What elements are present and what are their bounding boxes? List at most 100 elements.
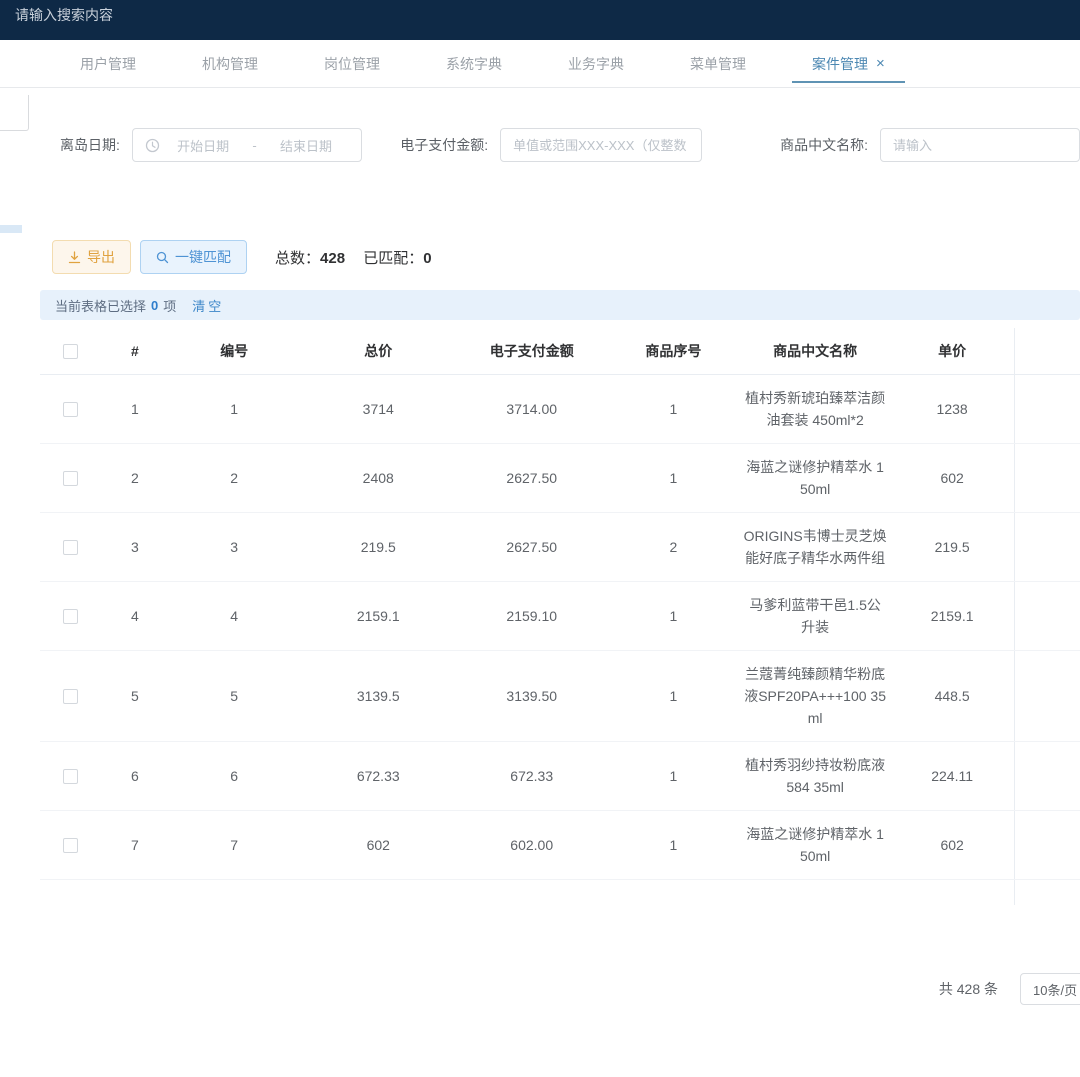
matched-value: 0	[423, 250, 431, 267]
tab-label: 案件管理	[812, 54, 868, 74]
clear-selection-link[interactable]: 清空	[192, 296, 224, 315]
row-checkbox[interactable]	[63, 609, 78, 624]
col-header-code[interactable]: 编号	[168, 328, 300, 374]
table-row: 553139.53139.501兰蔻菁纯臻颜精华粉底液SPF20PA+++100…	[40, 651, 1080, 742]
col-header-total[interactable]: 总价	[300, 328, 456, 374]
cell-unit: 153.83	[891, 880, 1014, 905]
page-size-select[interactable]: 10条/页	[1020, 973, 1080, 1005]
date-filter-label: 离岛日期:	[60, 135, 120, 155]
cell-total: 1384.47	[300, 880, 456, 905]
tab-菜单管理[interactable]: 菜单管理	[668, 40, 768, 88]
cropped-left-element	[0, 225, 22, 233]
row-checkbox[interactable]	[63, 689, 78, 704]
cell-index: 8	[102, 880, 168, 905]
cell-epay: 2627.50	[456, 513, 607, 581]
row-checkbox[interactable]	[63, 402, 78, 417]
match-stats: 总数：428 已匹配：0	[275, 247, 432, 268]
cell-name: 马爹利蓝带干邑1.5公升装	[740, 582, 891, 650]
date-range-picker[interactable]: 开始日期 - 结束日期	[132, 128, 362, 162]
one-click-match-button[interactable]: 一键匹配	[140, 240, 247, 274]
ghost-cell	[1014, 375, 1080, 443]
tab-案件管理[interactable]: 案件管理 ×	[790, 40, 907, 88]
tab-业务字典[interactable]: 业务字典	[546, 40, 646, 88]
selection-bar: 当前表格已选择 0 项 清空	[40, 290, 1080, 320]
table-row: 442159.12159.101马爹利蓝带干邑1.5公升装2159.1	[40, 582, 1080, 651]
row-checkbox[interactable]	[63, 540, 78, 555]
cell-seq: 2	[607, 513, 739, 581]
table-body: 1137143714.001植村秀新琥珀臻萃洁颜油套装 450ml*212382…	[40, 375, 1080, 905]
table-row: 1137143714.001植村秀新琥珀臻萃洁颜油套装 450ml*21238	[40, 375, 1080, 444]
cell-unit: 602	[891, 444, 1014, 512]
cell-epay: 3714.00	[456, 375, 607, 443]
cropped-side-panel-edge	[0, 95, 29, 131]
cell-total: 3139.5	[300, 651, 456, 741]
selection-suffix: 项	[163, 296, 176, 315]
cell-code: 4	[168, 582, 300, 650]
table-row: 66672.33672.331植村秀羽纱持妆粉底液 584 35ml224.11	[40, 742, 1080, 811]
cell-seq: 1	[607, 651, 739, 741]
end-date-input[interactable]: 结束日期	[263, 136, 350, 155]
cell-epay: 602.00	[456, 811, 607, 879]
cell-code: 7	[168, 811, 300, 879]
row-checkbox[interactable]	[63, 471, 78, 486]
col-header-name[interactable]: 商品中文名称	[740, 328, 891, 374]
export-button[interactable]: 导出	[52, 240, 131, 274]
ghost-cell	[1014, 444, 1080, 512]
tab-label: 菜单管理	[690, 54, 746, 74]
cell-epay: 1384.47	[456, 880, 607, 905]
tab-label: 业务字典	[568, 54, 624, 74]
col-header-unit[interactable]: 单价	[891, 328, 1014, 374]
amount-input[interactable]	[500, 128, 702, 162]
cell-code: 8	[168, 880, 300, 905]
table-header-row: # 编号 总价 电子支付金额 商品序号 商品中文名称 单价	[40, 328, 1080, 375]
cell-name: 植村秀新琥珀臻萃洁颜油套装 450ml*2	[740, 375, 891, 443]
col-header-epay[interactable]: 电子支付金额	[456, 328, 607, 374]
tab-用户管理[interactable]: 用户管理	[58, 40, 158, 88]
table-row: 77602602.001海蓝之谜修护精萃水 150ml602	[40, 811, 1080, 880]
cell-code: 3	[168, 513, 300, 581]
data-table: # 编号 总价 电子支付金额 商品序号 商品中文名称 单价 1137143714…	[40, 328, 1080, 905]
ghost-cell	[1014, 742, 1080, 810]
global-search-input[interactable]: 请输入搜索内容	[15, 7, 113, 23]
tab-close-icon[interactable]: ×	[876, 55, 885, 72]
select-all-checkbox[interactable]	[63, 344, 78, 359]
tab-岗位管理[interactable]: 岗位管理	[302, 40, 402, 88]
cell-seq: 1	[607, 444, 739, 512]
tab-bar: 用户管理 机构管理 岗位管理系统字典 业务字典 菜单管理 案件管理 ×	[0, 40, 1080, 88]
ghost-cell	[1014, 811, 1080, 879]
cell-code: 1	[168, 375, 300, 443]
total-value: 428	[320, 250, 345, 267]
filter-row: 离岛日期: 开始日期 - 结束日期 电子支付金额: 商品中文名称:	[0, 128, 1080, 162]
cell-unit: 602	[891, 811, 1014, 879]
col-header-index[interactable]: #	[102, 328, 168, 374]
selection-count: 0	[146, 298, 163, 313]
tab-机构管理[interactable]: 机构管理	[180, 40, 280, 88]
cell-code: 6	[168, 742, 300, 810]
col-header-seq[interactable]: 商品序号	[607, 328, 739, 374]
cell-index: 2	[102, 444, 168, 512]
row-checkbox[interactable]	[63, 838, 78, 853]
ghost-cell	[1014, 513, 1080, 581]
pagination-total: 共 428 条	[939, 979, 998, 999]
tab-系统字典[interactable]: 系统字典	[424, 40, 524, 88]
export-button-label: 导出	[87, 247, 115, 267]
cell-total: 672.33	[300, 742, 456, 810]
product-name-input[interactable]	[880, 128, 1080, 162]
date-separator: -	[246, 138, 262, 153]
row-checkbox[interactable]	[63, 769, 78, 784]
toolbar: 导出 一键匹配 总数：428 已匹配：0	[0, 240, 1080, 274]
start-date-input[interactable]: 开始日期	[160, 136, 247, 155]
tab-label: 机构管理	[202, 54, 258, 74]
cell-epay: 2627.50	[456, 444, 607, 512]
ghost-cell	[1014, 651, 1080, 741]
cell-unit: 2159.1	[891, 582, 1014, 650]
cell-name: 卡诗菁纯亮泽经典香氛	[740, 880, 891, 905]
clock-icon	[145, 138, 160, 153]
pagination-bar: 共 428 条 10条/页	[0, 973, 1080, 1005]
top-header-bar: 请输入搜索内容	[0, 0, 1080, 40]
cell-epay: 672.33	[456, 742, 607, 810]
ghost-cell	[1014, 880, 1080, 905]
cell-total: 2408	[300, 444, 456, 512]
cell-index: 7	[102, 811, 168, 879]
cell-unit: 219.5	[891, 513, 1014, 581]
